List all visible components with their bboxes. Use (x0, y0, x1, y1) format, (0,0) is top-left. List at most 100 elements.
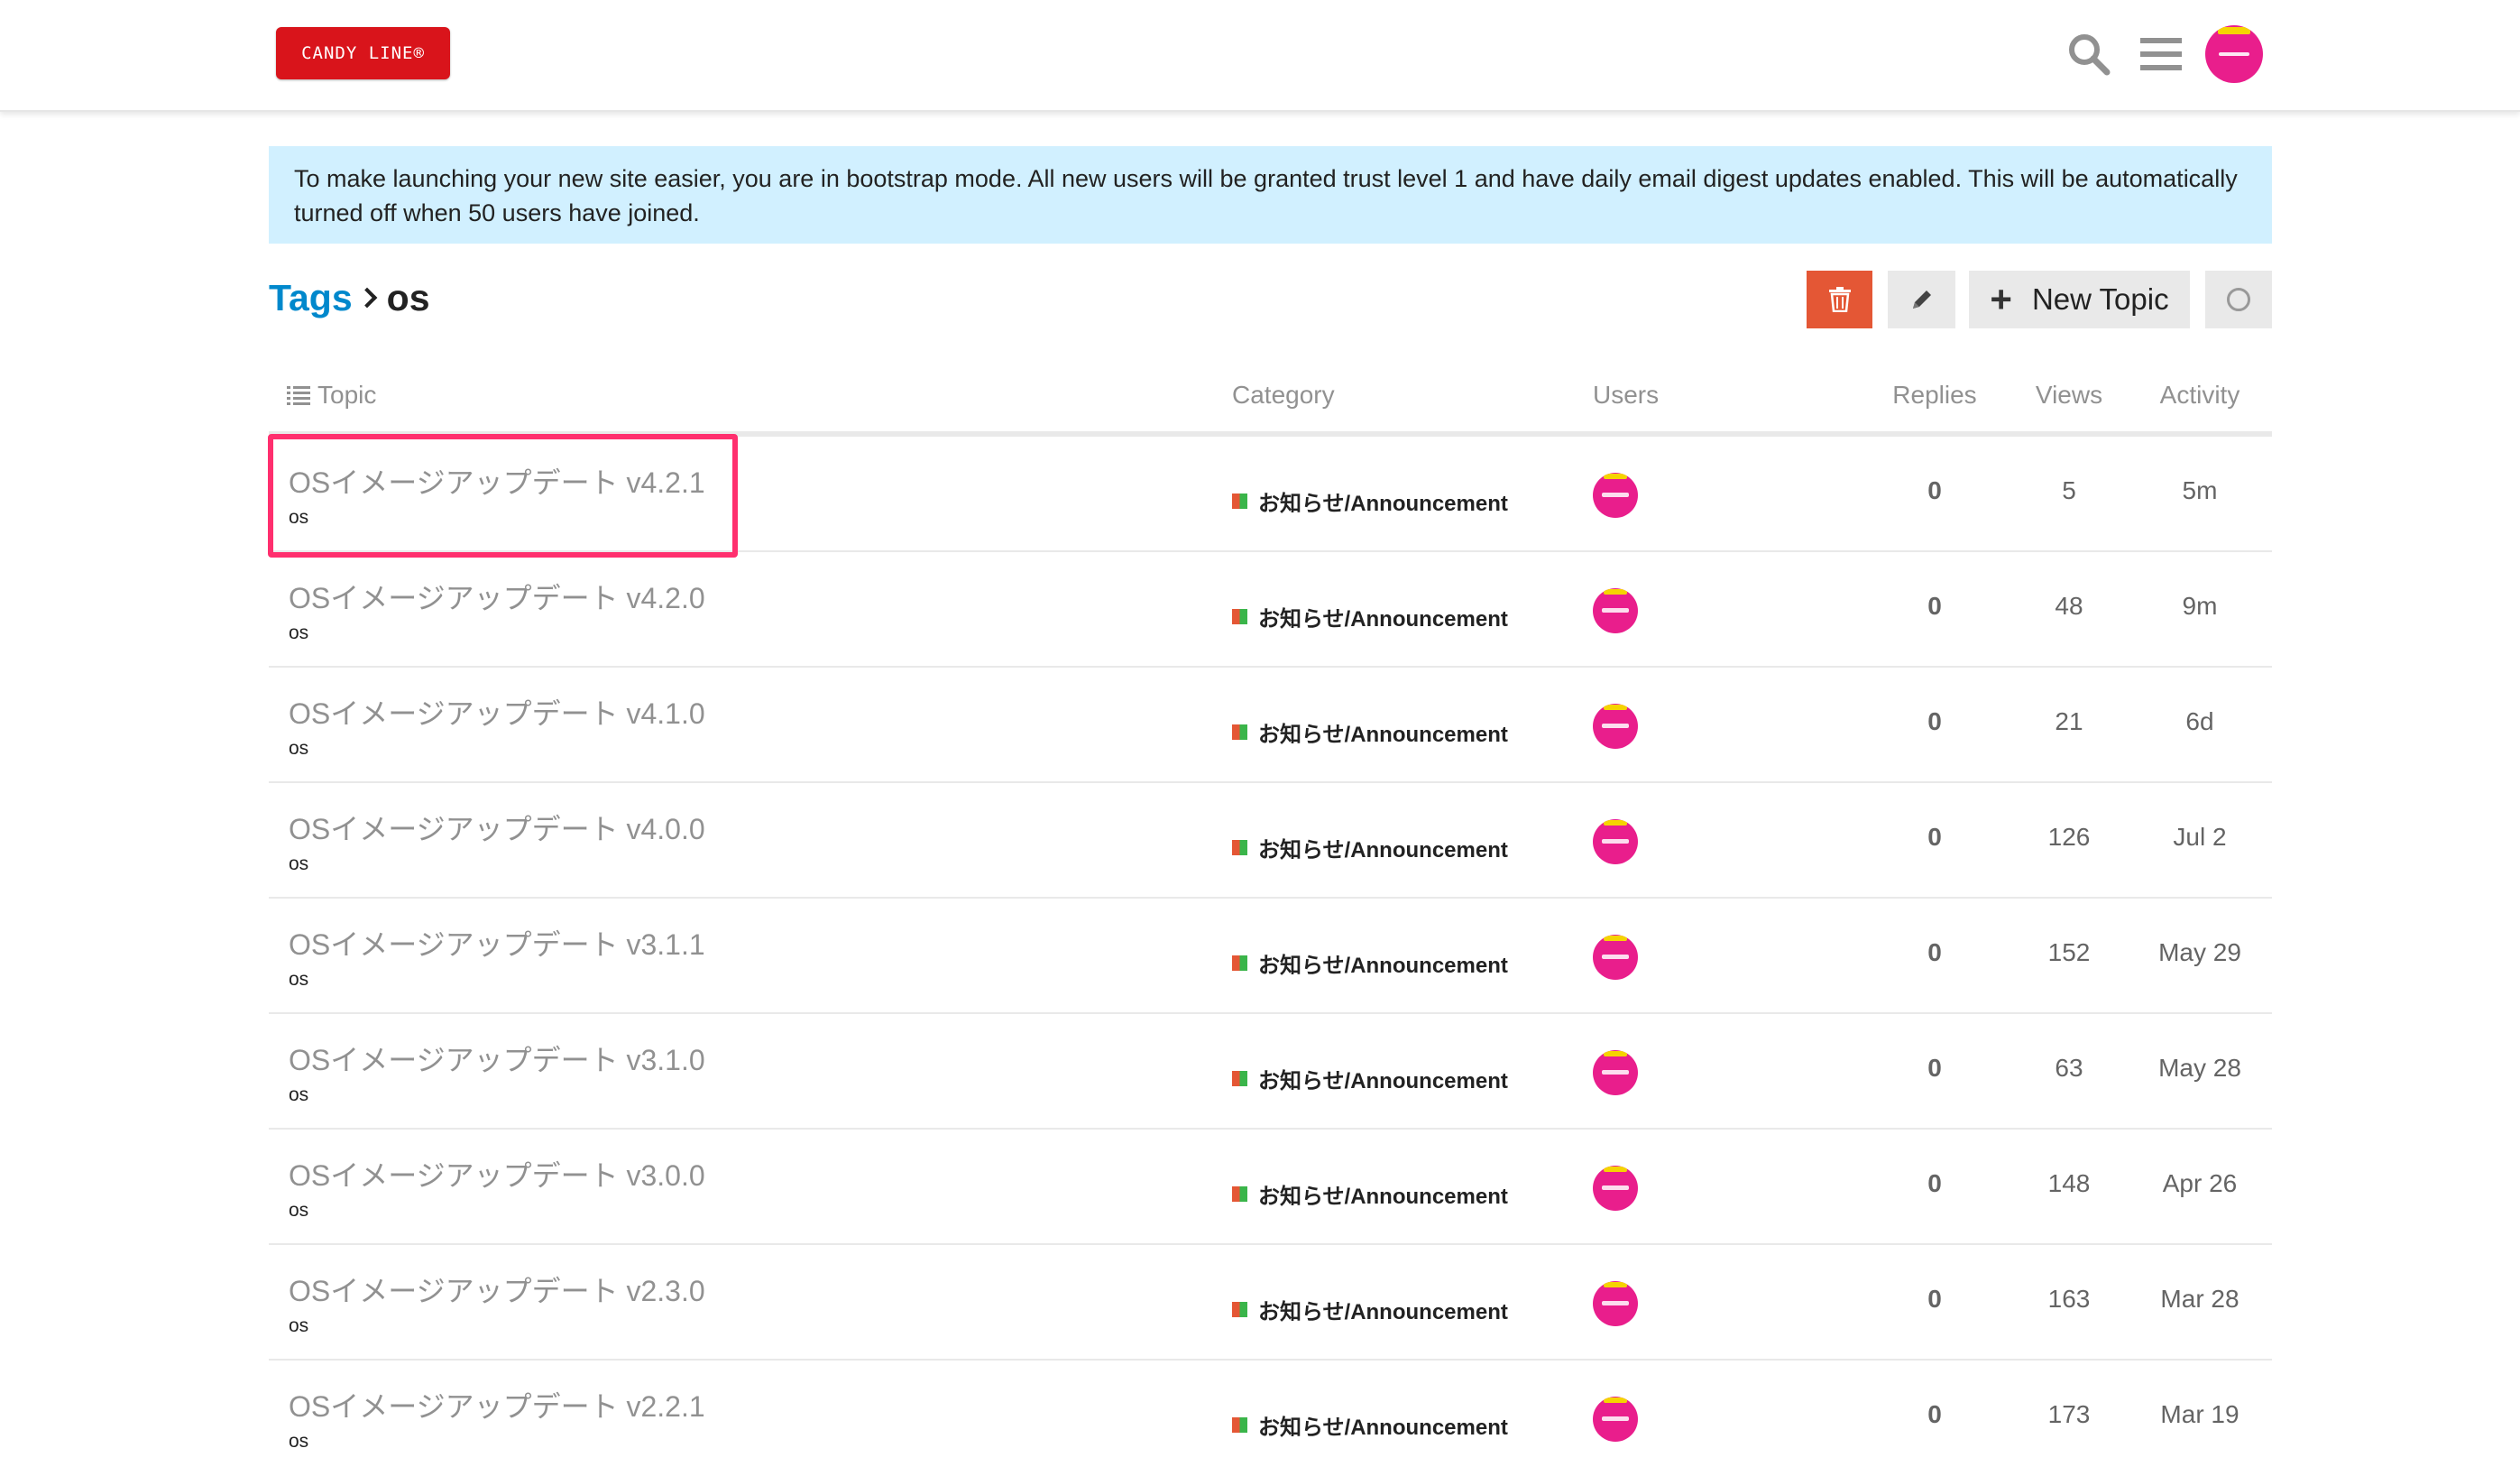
topic-category-label: お知らせ/Announcement (1258, 954, 1508, 978)
topic-views: 48 (2055, 592, 2083, 620)
trash-icon (1828, 287, 1851, 312)
topic-tag[interactable]: os (289, 507, 308, 529)
poster-avatar-icon[interactable] (1593, 1166, 1638, 1211)
column-header-replies[interactable]: Replies (1890, 377, 1980, 413)
poster-avatar-icon[interactable] (1593, 1281, 1638, 1326)
avatar-logo-strip (1604, 474, 1627, 479)
avatar-logo-strip (2218, 27, 2250, 34)
search-icon[interactable] (2064, 27, 2114, 81)
topic-category[interactable]: お知らせ/Announcement (1232, 716, 1508, 748)
topic-activity[interactable]: 9m (2150, 592, 2249, 621)
column-header-topic[interactable]: Topic (287, 377, 376, 413)
chevron-right-icon (356, 287, 377, 309)
topic-activity[interactable]: Apr 26 (2150, 1169, 2249, 1198)
poster-avatar-icon[interactable] (1593, 819, 1638, 864)
table-row: OSイメージアップデート v4.1.0 os お知らせ/Announcement… (269, 668, 2272, 783)
table-row: OSイメージアップデート v3.0.0 os お知らせ/Announcement… (269, 1130, 2272, 1245)
topic-views: 152 (2047, 938, 2091, 966)
poster-avatar-icon[interactable] (1593, 935, 1638, 980)
topic-activity[interactable]: Mar 28 (2150, 1285, 2249, 1314)
category-color-swatch (1232, 724, 1247, 740)
topic-category[interactable]: お知らせ/Announcement (1232, 601, 1508, 632)
avatar-logo-strip (1604, 820, 1627, 826)
topic-category-label: お知らせ/Announcement (1258, 492, 1508, 516)
avatar-caption-strip (1602, 493, 1629, 497)
avatar-logo-strip (1604, 1051, 1627, 1056)
topic-tag[interactable]: os (289, 623, 308, 644)
column-header-users: Users (1593, 381, 1660, 409)
topic-replies: 0 (1927, 938, 1942, 966)
table-row: OSイメージアップデート v2.3.0 os お知らせ/Announcement… (269, 1245, 2272, 1361)
topic-activity[interactable]: May 28 (2150, 1054, 2249, 1083)
edit-tag-button[interactable] (1888, 271, 1955, 328)
topic-tag[interactable]: os (289, 1431, 308, 1453)
poster-avatar-icon[interactable] (1593, 1050, 1638, 1095)
avatar-caption-strip (1602, 608, 1629, 613)
avatar-caption-strip (1602, 1416, 1629, 1421)
delete-tag-button[interactable] (1807, 271, 1872, 328)
topic-activity[interactable]: 6d (2150, 707, 2249, 736)
avatar-caption-strip (1602, 1070, 1629, 1075)
user-avatar-icon[interactable] (2205, 25, 2263, 83)
topic-category[interactable]: お知らせ/Announcement (1232, 1063, 1508, 1094)
poster-avatar-icon[interactable] (1593, 704, 1638, 749)
breadcrumb: Tags os (269, 271, 430, 325)
topic-tag[interactable]: os (289, 853, 308, 875)
notification-level-button[interactable] (2205, 271, 2272, 328)
topic-activity[interactable]: Mar 19 (2150, 1400, 2249, 1429)
topic-activity[interactable]: May 29 (2150, 938, 2249, 967)
site-logo[interactable]: CANDY LINE® (276, 27, 450, 79)
avatar-logo-strip (1604, 1282, 1627, 1287)
table-row: OSイメージアップデート v4.2.0 os お知らせ/Announcement… (269, 552, 2272, 668)
breadcrumb-tags-link[interactable]: Tags (269, 277, 353, 319)
topic-replies: 0 (1927, 476, 1942, 504)
column-header-category[interactable]: Category (1232, 377, 1335, 413)
topic-title-link[interactable]: OSイメージアップデート v2.2.1 (289, 1384, 705, 1425)
topic-category-label: お知らせ/Announcement (1258, 1416, 1508, 1440)
topic-category-label: お知らせ/Announcement (1258, 607, 1508, 632)
avatar-logo-strip (1604, 1167, 1627, 1172)
topic-title-link[interactable]: OSイメージアップデート v4.2.1 (289, 460, 705, 502)
topic-category-label: お知らせ/Announcement (1258, 1185, 1508, 1209)
avatar-logo-strip (1604, 1398, 1627, 1403)
topic-category[interactable]: お知らせ/Announcement (1232, 485, 1508, 517)
topic-activity[interactable]: 5m (2150, 476, 2249, 505)
topic-category[interactable]: お知らせ/Announcement (1232, 947, 1508, 979)
topic-title-link[interactable]: OSイメージアップデート v3.1.1 (289, 922, 705, 964)
topic-tag[interactable]: os (289, 1084, 308, 1106)
topic-tag[interactable]: os (289, 738, 308, 760)
hamburger-menu-icon[interactable] (2136, 27, 2186, 81)
topic-title-link[interactable]: OSイメージアップデート v4.2.0 (289, 576, 705, 617)
new-topic-button[interactable]: + New Topic (1969, 271, 2190, 328)
topic-title-link[interactable]: OSイメージアップデート v2.3.0 (289, 1268, 705, 1310)
column-header-views[interactable]: Views (2024, 377, 2114, 413)
topic-title-link[interactable]: OSイメージアップデート v3.0.0 (289, 1153, 705, 1195)
topic-category[interactable]: お知らせ/Announcement (1232, 1178, 1508, 1210)
topic-title-link[interactable]: OSイメージアップデート v4.1.0 (289, 691, 705, 733)
avatar-logo-strip (1604, 589, 1627, 595)
topic-category-label: お知らせ/Announcement (1258, 1069, 1508, 1093)
column-header-activity[interactable]: Activity (2150, 377, 2249, 413)
topic-tag[interactable]: os (289, 969, 308, 991)
topic-replies: 0 (1927, 823, 1942, 851)
topic-category[interactable]: お知らせ/Announcement (1232, 1294, 1508, 1325)
avatar-caption-strip (1602, 1185, 1629, 1190)
avatar-caption-strip (1602, 1301, 1629, 1305)
topic-title-link[interactable]: OSイメージアップデート v4.0.0 (289, 807, 705, 848)
poster-avatar-icon[interactable] (1593, 1397, 1638, 1442)
topic-tag[interactable]: os (289, 1200, 308, 1222)
poster-avatar-icon[interactable] (1593, 473, 1638, 518)
topic-category[interactable]: お知らせ/Announcement (1232, 832, 1508, 863)
topic-activity[interactable]: Jul 2 (2150, 823, 2249, 852)
topic-replies: 0 (1927, 592, 1942, 620)
table-row: OSイメージアップデート v3.1.0 os お知らせ/Announcement… (269, 1014, 2272, 1130)
new-topic-label: New Topic (2031, 282, 2169, 316)
poster-avatar-icon[interactable] (1593, 588, 1638, 633)
topic-category[interactable]: お知らせ/Announcement (1232, 1409, 1508, 1441)
category-color-swatch (1232, 840, 1247, 855)
topic-replies: 0 (1927, 1054, 1942, 1082)
plus-icon: + (1990, 278, 2012, 320)
circle-icon (2227, 288, 2250, 311)
topic-tag[interactable]: os (289, 1315, 308, 1337)
topic-title-link[interactable]: OSイメージアップデート v3.1.0 (289, 1038, 705, 1079)
